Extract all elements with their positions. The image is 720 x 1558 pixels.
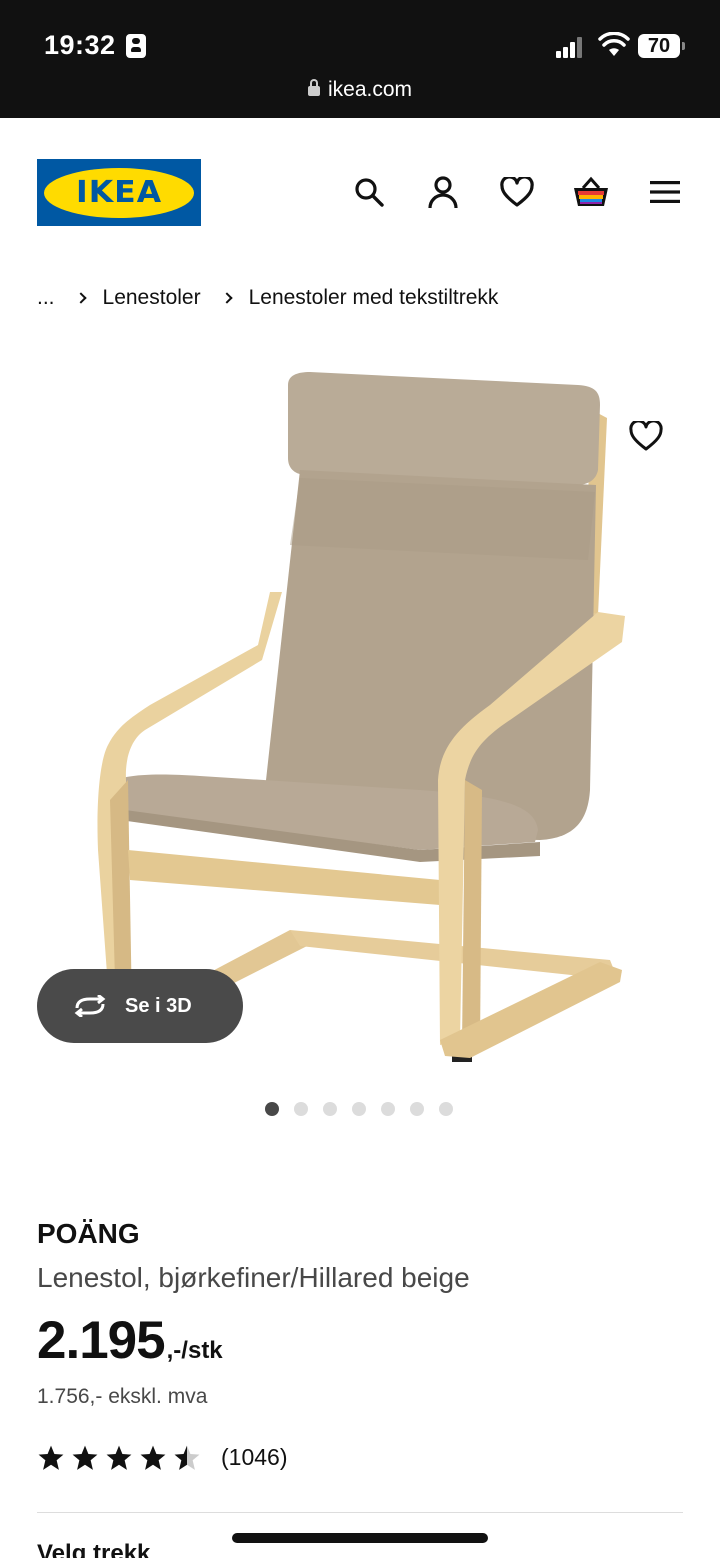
product-name: POÄNG: [37, 1218, 140, 1249]
breadcrumb-item-lenestoler[interactable]: Lenestoler: [103, 286, 201, 310]
wishlist-button[interactable]: [497, 172, 537, 212]
choose-cover-heading: Velg trekk: [37, 1540, 151, 1558]
account-button[interactable]: [423, 172, 463, 212]
price-main: 2.195: [37, 1311, 166, 1370]
search-button[interactable]: [349, 172, 389, 212]
pagination-dot[interactable]: [380, 1102, 395, 1116]
breadcrumb-ellipsis[interactable]: ...: [37, 286, 55, 310]
rating-stars: [37, 1445, 201, 1471]
id-card-icon: [126, 34, 146, 58]
heart-icon: [500, 177, 534, 207]
breadcrumb: ... Lenestoler Lenestoler med tekstiltre…: [37, 286, 498, 310]
ikea-logo[interactable]: IKEA: [37, 159, 201, 226]
pagination-dot[interactable]: [264, 1102, 279, 1116]
product-description: Lenestol, bjørkefiner/Hillared beige: [37, 1262, 470, 1293]
logo-text: IKEA: [75, 175, 163, 210]
star-icon: [140, 1445, 166, 1470]
price-excl-vat: 1.756,- ekskl. mva: [37, 1385, 208, 1408]
pagination-dot[interactable]: [438, 1102, 453, 1116]
menu-icon: [650, 181, 680, 203]
status-bar: 19:32 70 ikea.com: [0, 0, 720, 118]
star-icon: [38, 1445, 64, 1470]
pagination-dot[interactable]: [293, 1102, 308, 1116]
rating-count: (1046): [221, 1444, 288, 1470]
heart-icon: [629, 421, 663, 451]
view-in-3d-label: Se i 3D: [125, 994, 192, 1017]
lock-icon: [307, 79, 320, 96]
menu-button[interactable]: [645, 172, 685, 212]
battery-indicator: 70: [638, 34, 685, 58]
image-pagination: [0, 1102, 720, 1116]
star-icon: [106, 1445, 132, 1470]
pagination-dot[interactable]: [409, 1102, 424, 1116]
account-icon: [428, 176, 458, 209]
home-indicator[interactable]: [232, 1533, 488, 1543]
cart-button[interactable]: [571, 172, 611, 212]
chevron-right-icon: [74, 292, 87, 304]
cellular-signal-icon: [556, 36, 586, 58]
half-star-icon: [174, 1445, 200, 1470]
status-time: 19:32: [44, 30, 116, 60]
pagination-dot[interactable]: [322, 1102, 337, 1116]
url-text: ikea.com: [327, 78, 413, 101]
wifi-icon: [598, 32, 630, 56]
product-rating[interactable]: (1046): [37, 1444, 287, 1471]
save-to-wishlist-button[interactable]: [622, 412, 670, 460]
product-price: 2.195 ,-/stk: [37, 1310, 223, 1371]
search-icon: [355, 178, 384, 207]
address-bar[interactable]: ikea.com: [0, 78, 720, 102]
star-icon: [72, 1445, 98, 1470]
breadcrumb-item-tekstiltrekk[interactable]: Lenestoler med tekstiltrekk: [249, 286, 499, 310]
divider: [37, 1512, 683, 1513]
pagination-dot[interactable]: [351, 1102, 366, 1116]
price-unit: ,-/stk: [166, 1337, 223, 1364]
shopping-bag-icon: [574, 176, 608, 206]
view-in-3d-button[interactable]: Se i 3D: [37, 969, 243, 1043]
rotate-3d-icon: [71, 995, 109, 1017]
chevron-right-icon: [220, 292, 233, 304]
